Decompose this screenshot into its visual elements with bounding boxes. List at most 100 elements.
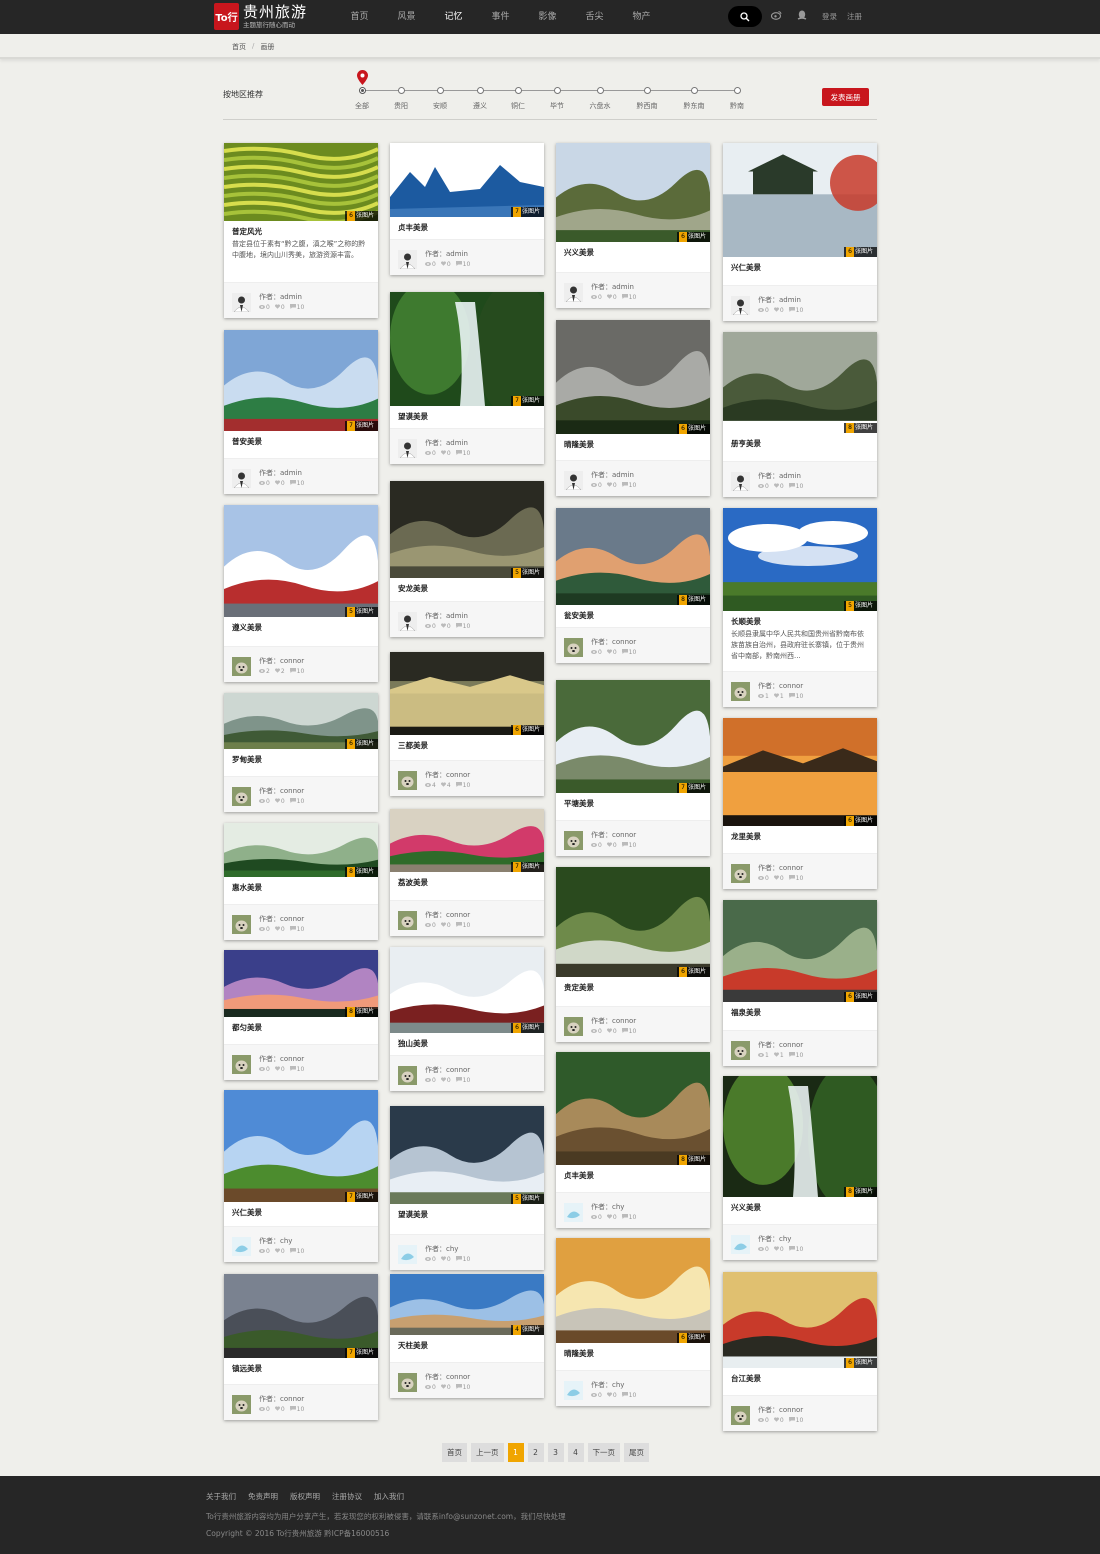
album-cover-image[interactable]: 5 张图片 <box>390 1106 544 1204</box>
author-avatar[interactable] <box>232 657 251 676</box>
page-1[interactable]: 1 <box>507 1443 524 1462</box>
album-title[interactable]: 贞丰美景 <box>390 217 544 234</box>
album-card[interactable]: 6 张图片 普定风光 普定县位于素有“黔之腹，滇之喉”之称的黔中腹地，境内山川秀美… <box>224 143 378 318</box>
album-cover-image[interactable]: 4 张图片 <box>390 1274 544 1335</box>
album-title[interactable]: 龙里美景 <box>723 826 877 843</box>
author-avatar[interactable] <box>398 1066 417 1085</box>
heart-icon[interactable] <box>606 842 612 849</box>
album-cover-image[interactable]: 7 张图片 <box>390 143 544 217</box>
album-cover-image[interactable]: 8 张图片 <box>723 1076 877 1197</box>
heart-icon[interactable] <box>773 307 779 314</box>
heart-icon[interactable] <box>274 1248 280 1255</box>
comment-icon[interactable] <box>788 1246 795 1253</box>
author-avatar[interactable] <box>731 682 750 701</box>
nav-memory[interactable]: 记忆 <box>430 0 477 34</box>
comment-icon[interactable] <box>289 480 296 487</box>
nav-home[interactable]: 首页 <box>336 0 383 34</box>
comment-icon[interactable] <box>455 922 462 929</box>
album-title[interactable]: 兴仁美景 <box>224 1202 378 1219</box>
page-first[interactable]: 首页 <box>442 1443 467 1462</box>
album-card[interactable]: 8 张图片 惠水美景 作者：connor 0 0 10 <box>224 823 378 940</box>
album-cover-image[interactable]: 7 张图片 <box>556 680 710 793</box>
album-cover-image[interactable]: 6 张图片 <box>224 693 378 749</box>
author-avatar[interactable] <box>731 1235 750 1254</box>
breadcrumb-home[interactable]: 首页 <box>232 42 246 52</box>
search-button[interactable] <box>728 6 762 27</box>
album-title[interactable]: 都匀美景 <box>224 1017 378 1034</box>
author-avatar[interactable] <box>564 1381 583 1400</box>
album-card[interactable]: 4 张图片 天柱美景 作者：connor 0 0 10 <box>390 1274 544 1398</box>
nav-images[interactable]: 影像 <box>524 0 571 34</box>
author-avatar[interactable] <box>398 612 417 632</box>
author-avatar[interactable] <box>564 283 583 303</box>
page-next[interactable]: 下一页 <box>587 1443 620 1462</box>
album-title[interactable]: 望谟美景 <box>390 406 544 423</box>
album-title[interactable]: 贵定美景 <box>556 977 710 994</box>
heart-icon[interactable] <box>606 1214 612 1221</box>
album-card[interactable]: 6 张图片 贵定美景 作者：connor 0 0 10 <box>556 867 710 1042</box>
heart-icon[interactable] <box>274 926 280 933</box>
heart-icon[interactable] <box>274 798 280 805</box>
album-cover-image[interactable]: 6 张图片 <box>224 143 378 221</box>
heart-icon[interactable] <box>440 1077 446 1084</box>
comment-icon[interactable] <box>788 1052 795 1059</box>
album-card[interactable]: 5 张图片 望谟美景 作者：chy 0 0 10 <box>390 1106 544 1270</box>
album-card[interactable]: 6 张图片 晴隆美景 作者：chy 0 0 10 <box>556 1238 710 1406</box>
author-avatar[interactable] <box>564 638 583 657</box>
author-avatar[interactable] <box>232 787 251 806</box>
heart-icon[interactable] <box>606 294 612 301</box>
region-node[interactable] <box>596 87 604 94</box>
album-card[interactable]: 6 张图片 兴仁美景 作者：admin 0 0 10 <box>723 143 877 321</box>
comment-icon[interactable] <box>289 668 296 675</box>
album-cover-image[interactable]: 6 张图片 <box>723 900 877 1002</box>
album-card[interactable]: 8 张图片 册亨美景 作者：admin 0 0 10 <box>723 332 877 497</box>
album-cover-image[interactable]: 7 张图片 <box>390 809 544 872</box>
region-label[interactable]: 黔西南 <box>637 101 658 111</box>
author-avatar[interactable] <box>731 1406 750 1425</box>
comment-icon[interactable] <box>788 1417 795 1424</box>
album-card[interactable]: 8 张图片 贞丰美景 作者：chy 0 0 10 <box>556 1052 710 1228</box>
heart-icon[interactable] <box>440 1384 446 1391</box>
album-card[interactable]: 7 张图片 望谟美景 作者：admin 0 0 10 <box>390 292 544 464</box>
author-avatar[interactable] <box>731 472 750 492</box>
album-title[interactable]: 安龙美景 <box>390 578 544 595</box>
author-avatar[interactable] <box>564 471 583 491</box>
album-card[interactable]: 7 张图片 普安美景 作者：admin 0 0 10 <box>224 330 378 494</box>
album-cover-image[interactable]: 8 张图片 <box>556 508 710 605</box>
heart-icon[interactable] <box>773 1052 779 1059</box>
nav-scenery[interactable]: 风景 <box>383 0 430 34</box>
album-card[interactable]: 5 张图片 长顺美景 长顺县隶属中华人民共和国贵州省黔南布依族苗族自治州，县政府驻… <box>723 508 877 707</box>
comment-icon[interactable] <box>621 649 628 656</box>
comment-icon[interactable] <box>621 842 628 849</box>
region-node[interactable] <box>643 87 651 94</box>
album-card[interactable]: 6 张图片 三都美景 作者：connor 4 4 10 <box>390 652 544 796</box>
page-4[interactable]: 4 <box>567 1443 584 1462</box>
album-card[interactable]: 5 张图片 遵义美景 作者：connor 2 2 10 <box>224 505 378 682</box>
album-cover-image[interactable]: 8 张图片 <box>224 823 378 877</box>
region-label[interactable]: 贵阳 <box>394 101 408 111</box>
login-link[interactable]: 登录 <box>822 11 837 22</box>
album-title[interactable]: 兴义美景 <box>556 242 710 259</box>
album-title[interactable]: 台江美景 <box>723 1368 877 1385</box>
region-label[interactable]: 六盘水 <box>590 101 611 111</box>
comment-icon[interactable] <box>455 1384 462 1391</box>
heart-icon[interactable] <box>274 1066 280 1073</box>
comment-icon[interactable] <box>788 483 795 490</box>
album-title[interactable]: 天柱美景 <box>390 1335 544 1352</box>
heart-icon[interactable] <box>606 1392 612 1399</box>
region-label[interactable]: 黔东南 <box>684 101 705 111</box>
album-cover-image[interactable]: 5 张图片 <box>390 481 544 578</box>
author-avatar[interactable] <box>232 469 251 489</box>
region-node[interactable] <box>733 87 741 94</box>
album-cover-image[interactable]: 6 张图片 <box>556 143 710 242</box>
album-cover-image[interactable]: 5 张图片 <box>723 508 877 611</box>
region-node[interactable] <box>690 87 698 94</box>
footer-link-join[interactable]: 加入我们 <box>374 1491 404 1502</box>
region-node[interactable] <box>397 87 405 94</box>
qq-icon[interactable] <box>797 10 807 24</box>
album-cover-image[interactable]: 6 张图片 <box>390 947 544 1033</box>
heart-icon[interactable] <box>773 693 779 700</box>
heart-icon[interactable] <box>440 1256 446 1263</box>
album-cover-image[interactable]: 6 张图片 <box>723 143 877 257</box>
album-card[interactable]: 7 张图片 荔波美景 作者：connor 0 0 10 <box>390 809 544 936</box>
